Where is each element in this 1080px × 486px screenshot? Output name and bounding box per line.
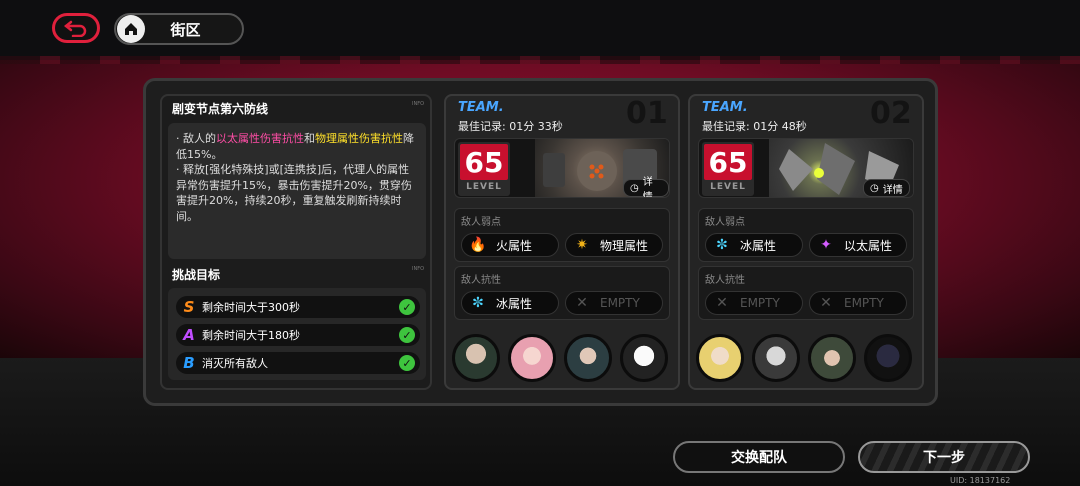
resistance-ice: ✼ 冰属性	[461, 291, 559, 315]
team-label: TEAM.	[702, 100, 748, 115]
ether-resist-highlight: 以太属性伤害抗性	[216, 132, 304, 145]
weakness-title: 敌人弱点	[705, 217, 745, 228]
empty-x-icon: ✕	[576, 295, 588, 311]
grade-s-icon: S	[183, 298, 195, 316]
team-number: 01	[626, 96, 668, 131]
agent-avatar-3[interactable]	[808, 334, 856, 382]
resistance-section: 敌人抗性 ✕ EMPTY ✕ EMPTY	[698, 266, 914, 320]
goal-row-s: S 剩余时间大于300秒 ✓	[176, 296, 420, 318]
goals-info-tag: INFO	[412, 266, 425, 272]
stage-description: · 敌人的以太属性伤害抗性和物理属性伤害抗性降低15%。 · 释放[强化特殊技]…	[176, 131, 420, 224]
agent-avatar-4[interactable]	[620, 334, 668, 382]
agent-avatar-4[interactable]	[864, 334, 912, 382]
weakness-section: 敌人弱点 ✼ 冰属性 ✦ 以太属性	[698, 208, 914, 262]
back-arrow-icon	[63, 20, 87, 37]
location-breadcrumb[interactable]: 街区	[114, 13, 244, 45]
grade-a-icon: A	[183, 326, 195, 344]
home-icon[interactable]	[117, 15, 145, 43]
back-button[interactable]	[52, 13, 100, 43]
agent-avatar-3[interactable]	[564, 334, 612, 382]
detail-button[interactable]: ◷ 详情	[863, 179, 910, 197]
weakness-fire: 🔥 火属性	[461, 233, 559, 257]
clock-icon: ◷	[870, 182, 879, 194]
weakness-ice: ✼ 冰属性	[705, 233, 803, 257]
resistance-title: 敌人抗性	[705, 275, 745, 286]
ether-icon: ✦	[820, 237, 832, 253]
physical-resist-highlight: 物理属性伤害抗性	[315, 132, 403, 145]
resistance-empty: ✕ EMPTY	[565, 291, 663, 315]
team-number: 02	[870, 96, 912, 131]
ice-icon: ✼	[716, 237, 728, 253]
goals-title: 挑战目标	[172, 268, 221, 282]
check-icon: ✓	[399, 327, 415, 343]
fire-icon: 🔥	[469, 237, 487, 253]
goal-row-a: A 剩余时间大于180秒 ✓	[176, 324, 420, 346]
resistance-empty: ✕ EMPTY	[809, 291, 907, 315]
team-label: TEAM.	[458, 100, 504, 115]
info-tag: INFO	[412, 101, 425, 107]
level-badge: 65 LEVEL	[702, 142, 754, 196]
grade-b-icon: B	[183, 354, 195, 372]
check-icon: ✓	[399, 299, 415, 315]
goal-text: 剩余时间大于300秒	[202, 301, 300, 314]
resistance-empty: ✕ EMPTY	[705, 291, 803, 315]
resistance-title: 敌人抗性	[461, 275, 501, 286]
check-icon: ✓	[399, 355, 415, 371]
best-record: 最佳记录: 01分 48秒	[702, 120, 807, 133]
goal-text: 消灭所有敌人	[202, 357, 268, 370]
empty-x-icon: ✕	[820, 295, 832, 311]
resistance-section: 敌人抗性 ✼ 冰属性 ✕ EMPTY	[454, 266, 670, 320]
physical-icon: ✷	[576, 237, 588, 253]
weakness-title: 敌人弱点	[461, 217, 501, 228]
buff-description: · 释放[强化特殊技]或[连携技]后，代理人的属性异常伤害提升15%，暴击伤害提…	[176, 163, 412, 223]
weakness-section: 敌人弱点 🔥 火属性 ✷ 物理属性	[454, 208, 670, 262]
enemy-preview[interactable]: 65 LEVEL ◷ 详情	[454, 138, 670, 198]
weakness-physical: ✷ 物理属性	[565, 233, 663, 257]
agent-avatar-1[interactable]	[452, 334, 500, 382]
level-badge: 65 LEVEL	[458, 142, 510, 196]
ice-icon: ✼	[472, 295, 484, 311]
uid-label: UID: 18137162	[950, 476, 1011, 485]
empty-x-icon: ✕	[716, 295, 728, 311]
location-label: 街区	[170, 20, 201, 39]
hazard-stripe	[0, 56, 1080, 64]
level-word: LEVEL	[466, 182, 502, 192]
enemy-preview[interactable]: 65 LEVEL ◷ 详情	[698, 138, 914, 198]
level-number: 65	[704, 144, 752, 180]
agent-avatar-1[interactable]	[696, 334, 744, 382]
level-number: 65	[460, 144, 508, 180]
clock-icon: ◷	[630, 182, 639, 194]
agent-avatar-2[interactable]	[508, 334, 556, 382]
detail-button[interactable]: ◷ 详情	[623, 177, 669, 197]
swap-team-button[interactable]: 交换配队	[673, 441, 845, 473]
goal-row-b: B 消灭所有敌人 ✓	[176, 352, 420, 374]
agent-avatar-2[interactable]	[752, 334, 800, 382]
next-step-button[interactable]: 下一步	[858, 441, 1030, 473]
goal-text: 剩余时间大于180秒	[202, 329, 300, 342]
best-record: 最佳记录: 01分 33秒	[458, 120, 563, 133]
weakness-ether: ✦ 以太属性	[809, 233, 907, 257]
stage-title: 剧变节点第六防线	[172, 102, 269, 116]
level-word: LEVEL	[710, 182, 746, 192]
